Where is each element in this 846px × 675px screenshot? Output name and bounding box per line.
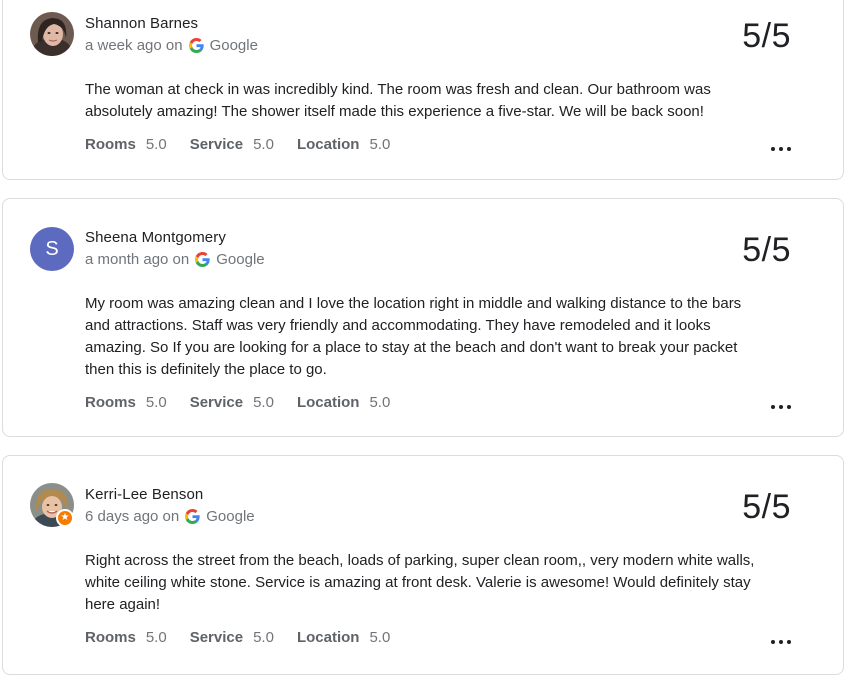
rating-label: Rooms xyxy=(85,394,136,411)
reviewer-name[interactable]: Kerri-Lee Benson xyxy=(85,486,203,503)
rating-value: 5.0 xyxy=(369,394,391,411)
rating-label: Service xyxy=(189,629,244,646)
review-score: 5/5 xyxy=(742,231,791,269)
review-time: 6 days ago on xyxy=(85,508,180,525)
review-score: 5/5 xyxy=(742,17,791,55)
review-meta: 6 days ago on Google xyxy=(85,508,255,525)
rating-value: 5.0 xyxy=(253,136,274,153)
review-card: Shannon Barnes a week ago on Google 5/5 … xyxy=(2,0,844,180)
rating-label: Location xyxy=(296,629,360,646)
rating-breakdown: Rooms 5.0 Service 5.0 Location 5.0 xyxy=(85,629,413,646)
rating-value: 5.0 xyxy=(145,629,167,646)
local-guide-badge: ★ xyxy=(56,509,74,527)
review-text: My room was amazing clean and I love the… xyxy=(85,295,742,378)
review-card: ★ Kerri-Lee Benson 6 days ago on Google … xyxy=(2,455,844,675)
reviewer-avatar[interactable]: ★ xyxy=(30,483,74,527)
rating-label: Rooms xyxy=(85,136,136,153)
rating-label: Location xyxy=(296,394,360,411)
review-source: Google xyxy=(209,37,258,54)
avatar-letter: S xyxy=(30,227,74,271)
more-options-icon[interactable] xyxy=(771,639,791,645)
rating-value: 5.0 xyxy=(253,394,274,411)
rating-breakdown: Rooms 5.0 Service 5.0 Location 5.0 xyxy=(85,394,413,411)
review-time: a week ago on xyxy=(85,37,183,54)
rating-label: Service xyxy=(189,394,244,411)
review-score: 5/5 xyxy=(742,488,791,526)
reviewer-name[interactable]: Shannon Barnes xyxy=(85,15,198,32)
avatar-photo xyxy=(30,12,74,56)
rating-label: Rooms xyxy=(85,629,136,646)
rating-value: 5.0 xyxy=(369,629,391,646)
google-g-icon xyxy=(185,509,200,524)
star-icon: ★ xyxy=(58,511,72,525)
review-source: Google xyxy=(206,508,255,525)
more-options-icon[interactable] xyxy=(771,146,791,152)
rating-label: Service xyxy=(189,136,244,153)
review-text: The woman at check in was incredibly kin… xyxy=(85,81,711,120)
review-text: Right across the street from the beach, … xyxy=(85,552,755,613)
review-card: S Sheena Montgomery a month ago on Googl… xyxy=(2,198,844,437)
reviewer-name[interactable]: Sheena Montgomery xyxy=(85,229,226,246)
review-time: a month ago on xyxy=(85,251,190,268)
google-g-icon xyxy=(188,38,204,53)
google-g-icon xyxy=(195,252,210,267)
rating-value: 5.0 xyxy=(145,136,167,153)
rating-value: 5.0 xyxy=(145,394,167,411)
reviewer-avatar[interactable] xyxy=(30,12,74,56)
review-meta: a week ago on Google xyxy=(85,37,258,54)
rating-value: 5.0 xyxy=(369,136,391,153)
more-options-icon[interactable] xyxy=(771,404,791,410)
reviewer-avatar[interactable]: S xyxy=(30,227,74,271)
rating-label: Location xyxy=(296,136,360,153)
rating-breakdown: Rooms 5.0 Service 5.0 Location 5.0 xyxy=(85,136,413,153)
review-source: Google xyxy=(216,251,265,268)
rating-value: 5.0 xyxy=(253,629,274,646)
review-meta: a month ago on Google xyxy=(85,251,265,268)
